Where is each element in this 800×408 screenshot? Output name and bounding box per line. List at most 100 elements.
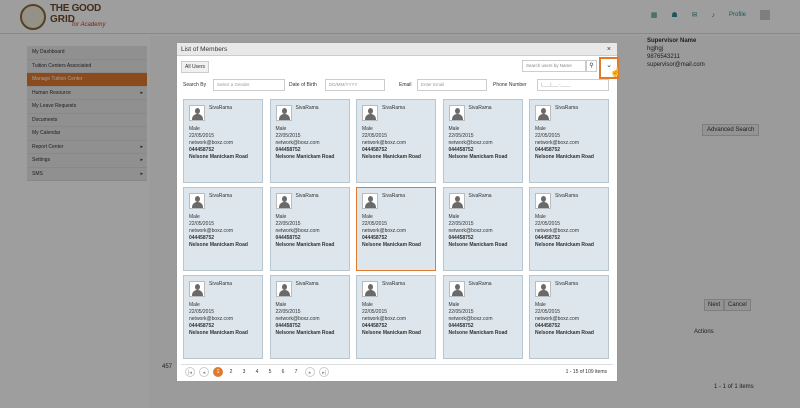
member-name: SivaRama — [209, 281, 233, 287]
member-card[interactable]: SivaRama Male 22/05/2015 network@boxz.com 04… — [529, 99, 609, 183]
member-address: Nelsone Manickam Road — [362, 154, 421, 160]
member-email: network@boxz.com — [535, 316, 579, 322]
search-icon[interactable]: ⚲ — [586, 60, 597, 72]
next-page-button[interactable]: ▸ — [305, 367, 315, 377]
member-date: 22/05/2015 — [535, 133, 561, 139]
avatar — [362, 281, 378, 297]
hand-cursor-icon: ☝ — [610, 67, 622, 77]
member-date: 22/05/2015 — [275, 221, 301, 227]
member-phone: 044458752 — [448, 147, 474, 153]
member-info: Male 22/05/2015 network@boxz.com 044458752 N… — [449, 126, 508, 161]
page-6-button[interactable]: 6 — [278, 367, 288, 377]
member-phone: 044458752 — [362, 323, 388, 329]
member-name: SivaRama — [295, 281, 319, 287]
member-card[interactable]: SivaRama Male 22/05/2015 network@boxz.com 04… — [269, 187, 350, 271]
member-phone: 044458752 — [189, 235, 215, 241]
member-email: network@boxz.com — [275, 140, 320, 146]
member-card[interactable]: SivaRama Male 22/05/2015 network@boxz.com 04… — [356, 99, 436, 183]
member-gender: Male — [189, 214, 200, 220]
member-name: SivaRama — [555, 281, 579, 287]
member-address: Nelsone Manickam Road — [535, 154, 594, 160]
member-gender: Male — [535, 302, 546, 308]
member-date: 22/05/2015 — [535, 309, 561, 315]
member-info: Male 22/05/2015 network@boxz.com 044458752 N… — [535, 214, 594, 249]
member-date: 22/05/2015 — [535, 221, 561, 227]
member-phone: 044458752 — [535, 147, 561, 153]
member-card[interactable]: SivaRama Male 22/05/2015 network@boxz.com 04… — [269, 99, 350, 183]
prev-page-button[interactable]: ◂ — [199, 367, 209, 377]
page-2-button[interactable]: 2 — [226, 367, 236, 377]
member-date: 22/05/2015 — [448, 221, 474, 227]
member-info: Male 22/05/2015 network@boxz.com 044458752 N… — [189, 126, 248, 161]
member-phone: 044458752 — [535, 235, 561, 241]
member-card[interactable]: SivaRama Male 22/05/2015 network@boxz.com 04… — [183, 187, 263, 271]
email-field[interactable]: Enter Email — [417, 79, 487, 91]
filter-bar: Search By Select a Gender Date of Birth … — [181, 79, 615, 93]
member-card[interactable]: SivaRama Male 22/05/2015 network@boxz.com 04… — [183, 275, 263, 359]
member-info: Male 22/05/2015 network@boxz.com 044458752 N… — [362, 126, 421, 161]
page-5-button[interactable]: 5 — [265, 367, 275, 377]
member-name: SivaRama — [468, 281, 492, 287]
member-email: network@boxz.com — [448, 316, 493, 322]
member-date: 22/05/2015 — [362, 133, 388, 139]
member-email: network@boxz.com — [535, 228, 579, 234]
phone-field[interactable]: (___)___-____ — [537, 79, 609, 91]
member-card[interactable]: SivaRama Male 22/05/2015 network@boxz.com 04… — [356, 187, 436, 271]
member-gender: Male — [275, 126, 287, 132]
member-info: Male 22/05/2015 network@boxz.com 044458752 N… — [362, 214, 421, 249]
search-by-label: Search By — [183, 82, 207, 88]
all-users-button[interactable]: All Users — [181, 61, 210, 73]
member-phone: 044458752 — [362, 147, 388, 153]
member-card[interactable]: SivaRama Male 22/05/2015 network@boxz.com 04… — [529, 187, 609, 271]
member-address: Nelsone Manickam Road — [189, 330, 248, 336]
member-card[interactable]: SivaRama Male 22/05/2015 network@boxz.com 04… — [442, 99, 523, 183]
member-gender: Male — [535, 126, 546, 132]
member-date: 22/05/2015 — [448, 309, 474, 315]
page-3-button[interactable]: 3 — [239, 367, 249, 377]
modal-title: List of Members — [181, 46, 228, 53]
member-card[interactable]: SivaRama Male 22/05/2015 network@boxz.com 04… — [442, 275, 523, 359]
member-card[interactable]: SivaRama Male 22/05/2015 network@boxz.com 04… — [529, 275, 609, 359]
member-card[interactable]: SivaRama Male 22/05/2015 network@boxz.com 04… — [269, 275, 350, 359]
member-gender: Male — [362, 302, 373, 308]
member-date: 22/05/2015 — [189, 221, 215, 227]
page-7-button[interactable]: 7 — [291, 367, 301, 377]
member-info: Male 22/05/2015 network@boxz.com 044458752 N… — [189, 302, 248, 337]
member-card[interactable]: SivaRama Male 22/05/2015 network@boxz.com 04… — [183, 99, 263, 183]
member-email: network@boxz.com — [448, 228, 493, 234]
member-info: Male 22/05/2015 network@boxz.com 044458752 N… — [449, 214, 508, 249]
avatar — [448, 193, 465, 209]
member-address: Nelsone Manickam Road — [275, 154, 335, 160]
member-address: Nelsone Manickam Road — [275, 242, 335, 248]
dob-input[interactable]: DD/MM/YYYY — [325, 79, 385, 91]
member-gender: Male — [189, 302, 200, 308]
avatar — [535, 281, 551, 297]
member-card[interactable]: SivaRama Male 22/05/2015 network@boxz.com 04… — [356, 275, 436, 359]
member-info: Male 22/05/2015 network@boxz.com 044458752 N… — [535, 126, 594, 161]
search-input[interactable]: Search users by Name — [522, 60, 586, 72]
avatar — [189, 281, 205, 297]
member-gender: Male — [189, 126, 200, 132]
member-name: SivaRama — [382, 193, 406, 199]
avatar — [448, 281, 465, 297]
first-page-button[interactable]: |◂ — [185, 367, 195, 377]
member-info: Male 22/05/2015 network@boxz.com 044458752 N… — [535, 302, 594, 337]
member-gender: Male — [275, 214, 287, 220]
member-address: Nelsone Manickam Road — [362, 242, 421, 248]
member-phone: 044458752 — [189, 323, 215, 329]
member-gender: Male — [362, 126, 373, 132]
member-phone: 044458752 — [362, 235, 388, 241]
member-name: SivaRama — [295, 105, 319, 111]
avatar — [535, 193, 551, 209]
page-1-button[interactable]: 1 — [213, 367, 223, 377]
member-card[interactable]: SivaRama Male 22/05/2015 network@boxz.com 04… — [442, 187, 523, 271]
last-page-button[interactable]: ▸| — [319, 367, 329, 377]
member-name: SivaRama — [382, 105, 406, 111]
member-name: SivaRama — [555, 193, 579, 199]
dob-label: Date of Birth — [289, 82, 317, 88]
member-gender: Male — [275, 302, 287, 308]
member-phone: 044458752 — [275, 147, 301, 153]
page-4-button[interactable]: 4 — [252, 367, 262, 377]
gender-select[interactable]: Select a Gender — [213, 79, 285, 91]
close-icon[interactable]: × — [607, 43, 611, 56]
